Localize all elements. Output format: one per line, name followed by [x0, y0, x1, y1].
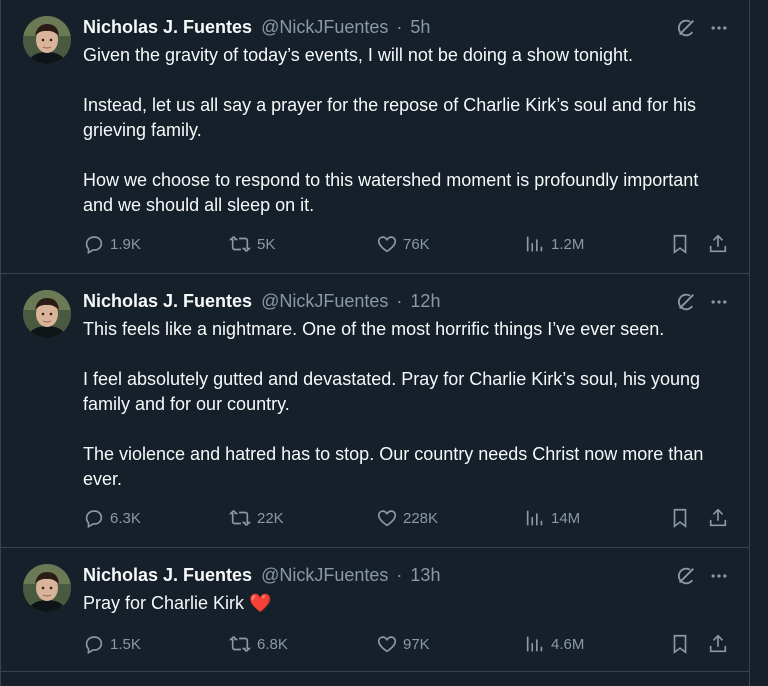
reply-count: 1.5K	[110, 635, 141, 653]
heart-emoji: ❤️	[249, 593, 272, 613]
separator: ·	[396, 291, 403, 311]
author-handle[interactable]: @NickJFuentes	[261, 565, 388, 585]
share-button[interactable]	[707, 506, 729, 530]
avatar-image	[23, 290, 71, 338]
bookmark-button[interactable]	[669, 632, 691, 656]
author-handle[interactable]: @NickJFuentes	[261, 291, 388, 311]
grok-icon[interactable]	[675, 291, 697, 313]
bookmark-icon	[673, 508, 687, 528]
views-icon	[526, 510, 543, 526]
tweet-header: Nicholas J. Fuentes @NickJFuentes · 5h	[83, 16, 430, 38]
like-count: 76K	[403, 235, 430, 253]
views-button[interactable]: 1.2M	[524, 232, 584, 256]
view-count: 14M	[551, 509, 581, 527]
tweet-paragraph: How we choose to respond to this watersh…	[83, 170, 699, 215]
like-count: 97K	[403, 635, 430, 653]
avatar[interactable]	[23, 564, 71, 612]
reply-button[interactable]: 6.3K	[83, 506, 141, 530]
timeline-feed: Nicholas J. Fuentes @NickJFuentes · 5h G…	[0, 0, 750, 686]
tweet-paragraph: Instead, let us all say a prayer for the…	[83, 95, 696, 140]
grok-icon[interactable]	[675, 17, 697, 39]
tweet-paragraph: Pray for Charlie Kirk ❤️	[83, 591, 723, 616]
action-bar: 6.3K 22K 228K 14M	[83, 506, 729, 530]
repost-button[interactable]: 6.8K	[228, 632, 288, 656]
tweet-text: Pray for Charlie Kirk ❤️	[83, 591, 723, 616]
views-icon	[526, 236, 543, 252]
like-button[interactable]: 97K	[376, 632, 430, 656]
views-icon	[526, 636, 543, 652]
reply-icon	[85, 636, 103, 655]
tweet[interactable]: Nicholas J. Fuentes @NickJFuentes · 5h G…	[1, 0, 749, 274]
reply-button[interactable]: 1.9K	[83, 232, 141, 256]
tweet-paragraph-text: Pray for Charlie Kirk	[83, 593, 245, 613]
tweet[interactable]: Nicholas J. Fuentes @NickJFuentes · 12h …	[1, 274, 749, 548]
avatar[interactable]	[23, 16, 71, 64]
share-icon	[709, 234, 727, 253]
tweet-paragraph: Given the gravity of today’s events, I w…	[83, 45, 633, 65]
like-button[interactable]: 76K	[376, 232, 430, 256]
separator: ·	[396, 17, 403, 37]
view-count: 1.2M	[551, 235, 585, 253]
bookmark-button[interactable]	[669, 506, 691, 530]
share-button[interactable]	[707, 632, 729, 656]
author-handle[interactable]: @NickJFuentes	[261, 17, 388, 37]
repost-icon	[228, 636, 252, 652]
bookmark-icon	[673, 634, 687, 654]
tweet-header: Nicholas J. Fuentes @NickJFuentes · 12h	[83, 290, 440, 312]
share-icon	[709, 508, 727, 527]
grok-icon[interactable]	[675, 565, 697, 587]
heart-icon	[377, 636, 397, 653]
repost-icon	[228, 510, 252, 526]
more-icon[interactable]	[709, 566, 729, 586]
reply-count: 6.3K	[110, 509, 141, 527]
author-name[interactable]: Nicholas J. Fuentes	[83, 565, 252, 585]
tweet-paragraph: I feel absolutely gutted and devastated.…	[83, 369, 701, 414]
bookmark-button[interactable]	[669, 232, 691, 256]
timestamp[interactable]: 13h	[410, 565, 440, 585]
more-icon[interactable]	[709, 292, 729, 312]
tweet-text: Given the gravity of today’s events, I w…	[83, 43, 723, 218]
views-button[interactable]: 14M	[524, 506, 580, 530]
reply-icon	[85, 510, 103, 529]
reply-button[interactable]: 1.5K	[83, 632, 141, 656]
reply-count: 1.9K	[110, 235, 141, 253]
tweet-paragraph: The violence and hatred has to stop. Our…	[83, 444, 704, 489]
avatar-image	[23, 564, 71, 612]
author-name[interactable]: Nicholas J. Fuentes	[83, 17, 252, 37]
repost-count: 6.8K	[257, 635, 288, 653]
heart-icon	[377, 510, 397, 527]
heart-icon	[377, 236, 397, 253]
tweet-header: Nicholas J. Fuentes @NickJFuentes · 13h	[83, 564, 440, 586]
header-actions	[675, 565, 729, 587]
header-actions	[675, 291, 729, 313]
bookmark-icon	[673, 234, 687, 254]
like-count: 228K	[403, 509, 439, 527]
action-bar: 1.9K 5K 76K 1.2M	[83, 232, 729, 256]
action-bar: 1.5K 6.8K 97K 4.6M	[83, 632, 729, 656]
tweet[interactable]: Nicholas J. Fuentes @NickJFuentes · 13h …	[1, 548, 749, 672]
repost-button[interactable]: 22K	[228, 506, 284, 530]
timestamp[interactable]: 5h	[410, 17, 430, 37]
author-name[interactable]: Nicholas J. Fuentes	[83, 291, 252, 311]
header-actions	[675, 17, 729, 39]
avatar-image	[23, 16, 71, 64]
avatar[interactable]	[23, 290, 71, 338]
repost-count: 22K	[257, 509, 284, 527]
like-button[interactable]: 228K	[376, 506, 438, 530]
share-icon	[709, 634, 727, 653]
view-count: 4.6M	[551, 635, 585, 653]
views-button[interactable]: 4.6M	[524, 632, 584, 656]
repost-icon	[228, 236, 252, 252]
reply-icon	[85, 236, 103, 255]
repost-count: 5K	[257, 235, 276, 253]
tweet-text: This feels like a nightmare. One of the …	[83, 317, 723, 492]
repost-button[interactable]: 5K	[228, 232, 275, 256]
separator: ·	[396, 565, 403, 585]
tweet-paragraph: This feels like a nightmare. One of the …	[83, 319, 665, 339]
timestamp[interactable]: 12h	[410, 291, 440, 311]
share-button[interactable]	[707, 232, 729, 256]
more-icon[interactable]	[709, 18, 729, 38]
